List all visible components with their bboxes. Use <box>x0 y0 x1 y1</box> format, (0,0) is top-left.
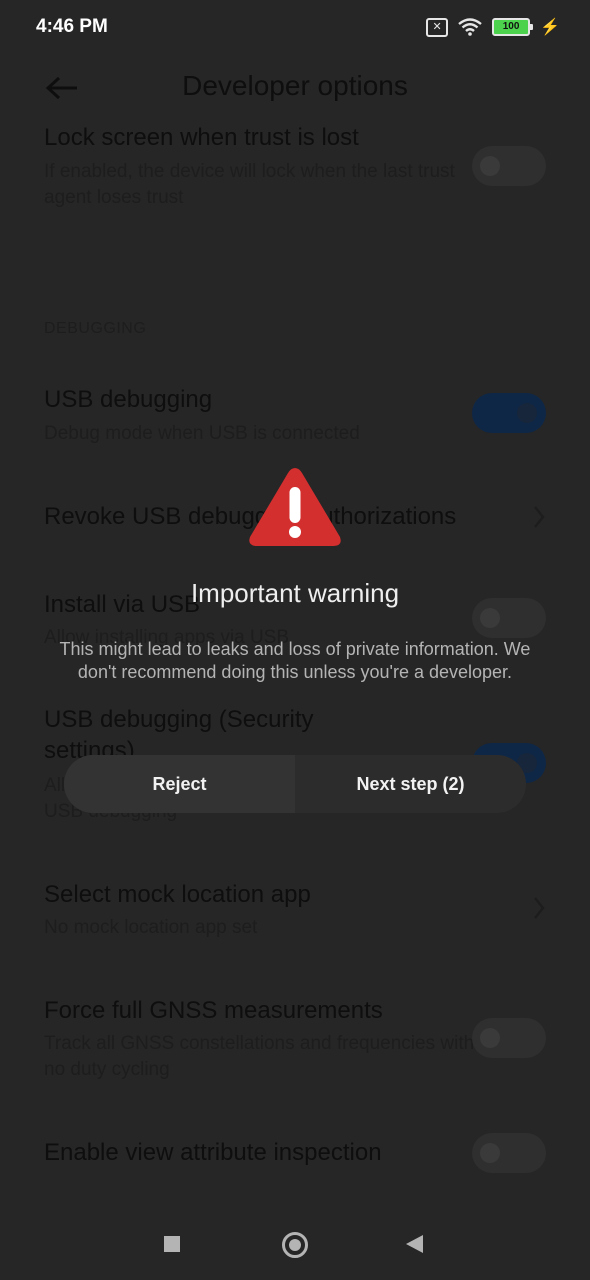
wifi-icon <box>458 18 482 36</box>
chevron-right-icon <box>534 506 545 528</box>
gnss-subtitle: Track all GNSS constellations and freque… <box>44 1033 475 1080</box>
back-triangle-icon[interactable] <box>406 1235 423 1253</box>
recents-square-icon[interactable] <box>164 1236 180 1252</box>
usb-debugging-toggle[interactable] <box>472 393 546 433</box>
warning-triangle-icon <box>249 468 341 546</box>
gnss-title[interactable]: Force full GNSS measurements <box>44 997 383 1025</box>
reject-button[interactable]: Reject <box>64 755 295 813</box>
battery-icon: 100 <box>492 18 534 36</box>
charging-icon: ⚡ <box>540 19 560 36</box>
lock-screen-toggle[interactable] <box>472 146 546 186</box>
usb-debugging-title[interactable]: USB debugging <box>44 386 212 414</box>
page-title: Developer options <box>182 70 408 101</box>
screen: 4:46 PM ✕ 100 ⚡ Developer options Lock s… <box>0 0 590 1280</box>
dialog-title: Important warning <box>190 578 400 608</box>
status-icons: ✕ 100 ⚡ <box>426 15 560 39</box>
lock-screen-title[interactable]: Lock screen when trust is lost <box>44 124 359 152</box>
view-attribute-toggle[interactable] <box>472 1133 546 1173</box>
status-time: 4:46 PM <box>36 16 108 37</box>
chevron-right-icon <box>534 897 545 919</box>
mock-location-title[interactable]: Select mock location app <box>44 881 311 909</box>
next-step-button[interactable]: Next step (2) <box>295 755 526 813</box>
gnss-toggle[interactable] <box>472 1018 546 1058</box>
dialog-button-bar: Reject Next step (2) <box>64 755 526 813</box>
mock-location-subtitle: No mock location app set <box>44 917 258 938</box>
view-attribute-title[interactable]: Enable view attribute inspection <box>44 1139 382 1167</box>
dialog-message: This might lead to leaks and loss of pri… <box>59 639 531 682</box>
sim-x-icon: ✕ <box>426 17 449 37</box>
lock-screen-subtitle: If enabled, the device will lock when th… <box>44 161 455 208</box>
usb-security-title-line1[interactable]: USB debugging (Security <box>44 706 313 734</box>
usb-debugging-subtitle: Debug mode when USB is connected <box>44 423 360 444</box>
section-debugging: DEBUGGING <box>44 320 147 337</box>
home-circle-icon[interactable] <box>282 1232 308 1258</box>
